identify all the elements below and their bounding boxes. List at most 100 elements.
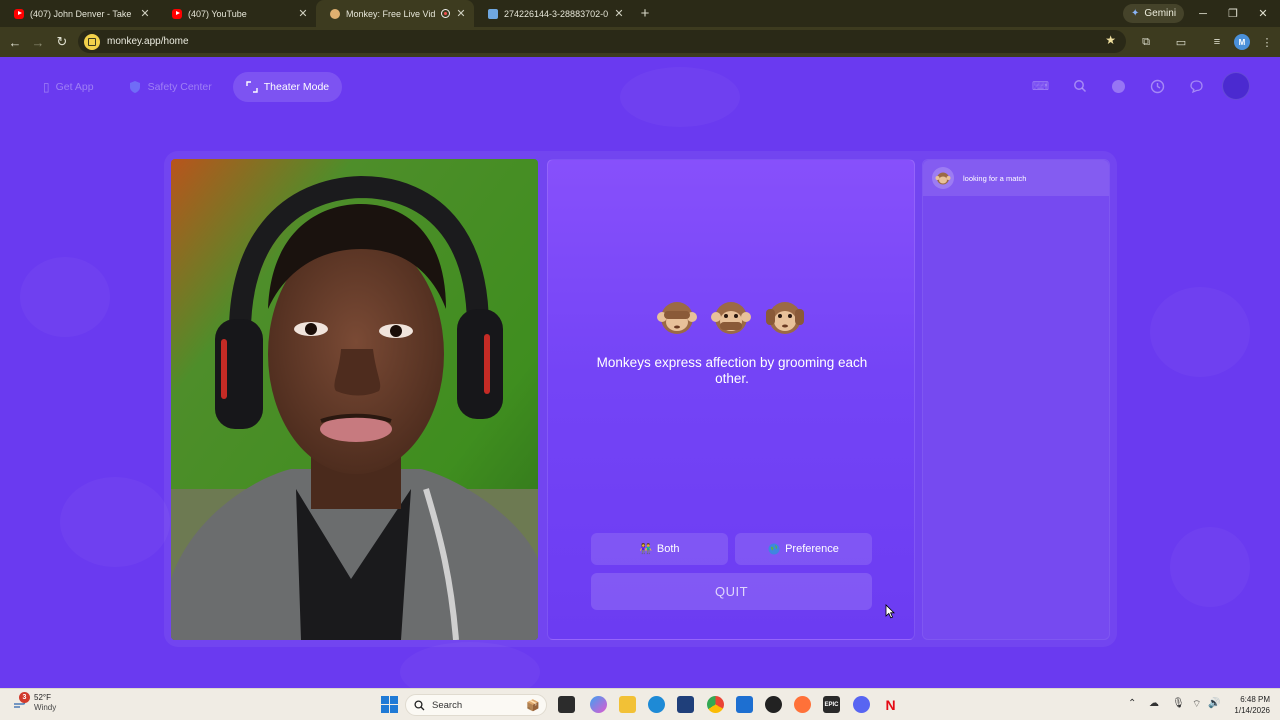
minimize-button[interactable]: ─ bbox=[1188, 0, 1218, 27]
microphone-icon[interactable]: 🎙 bbox=[1172, 698, 1185, 709]
tab-title: Monkey: Free Live Video Ch bbox=[346, 8, 435, 19]
webcam-feed-image bbox=[171, 159, 538, 640]
side-panel-icon[interactable]: ▭ bbox=[1173, 34, 1189, 50]
preference-label: Preference bbox=[785, 543, 839, 555]
windows-taskbar: 3 52°F Windy Search 📦 EPIC N ⌃ ☁ 🎙 ⌔ 🔊 6… bbox=[0, 688, 1280, 720]
task-view-icon[interactable] bbox=[558, 696, 575, 713]
copilot-icon[interactable] bbox=[590, 696, 607, 713]
address-bar[interactable]: monkey.app/home ★ bbox=[78, 30, 1126, 53]
monkey-fact-text: Monkeys express affection by grooming ea… bbox=[596, 355, 868, 386]
netflix-icon[interactable]: N bbox=[882, 696, 899, 713]
background-blob bbox=[1170, 527, 1250, 607]
tab-close-icon[interactable]: ✕ bbox=[456, 7, 466, 20]
profile-avatar[interactable] bbox=[1222, 72, 1250, 100]
recording-indicator-icon bbox=[441, 9, 450, 18]
mouse-cursor-icon bbox=[885, 604, 895, 619]
quit-button[interactable]: QUIT bbox=[591, 573, 872, 610]
chat-bubble-icon[interactable] bbox=[1183, 73, 1210, 100]
tab-title: (407) John Denver - Take Me H bbox=[30, 8, 134, 19]
shield-icon bbox=[129, 81, 140, 93]
search-icon[interactable] bbox=[1066, 73, 1093, 100]
browser-tab-strip: (407) John Denver - Take Me H ✕ (407) Yo… bbox=[0, 0, 1280, 27]
outlook-icon[interactable] bbox=[736, 696, 753, 713]
youtube-icon bbox=[14, 8, 24, 19]
tab-title: (407) YouTube bbox=[188, 8, 247, 19]
wifi-icon[interactable]: ⌔ bbox=[1192, 698, 1201, 711]
search-placeholder: Search bbox=[432, 699, 463, 711]
self-video-preview bbox=[171, 159, 538, 640]
get-app-label: Get App bbox=[55, 81, 94, 93]
firefox-icon[interactable] bbox=[794, 696, 811, 713]
discord-icon[interactable] bbox=[853, 696, 870, 713]
people-icon: 👫 bbox=[639, 543, 652, 555]
monkey-avatar-icon bbox=[932, 167, 954, 189]
epic-games-icon[interactable]: EPIC bbox=[823, 696, 840, 713]
expand-icon bbox=[246, 81, 258, 93]
weather-temperature: 52°F bbox=[34, 693, 51, 702]
safety-center-label: Safety Center bbox=[147, 81, 212, 93]
forward-button[interactable]: → bbox=[28, 32, 48, 52]
bookmark-star-icon[interactable]: ★ bbox=[1105, 33, 1116, 47]
phone-icon: ▯ bbox=[43, 80, 50, 94]
tab-close-icon[interactable]: ✕ bbox=[614, 7, 624, 20]
browser-toolbar: ← → ↻ monkey.app/home ★ ⧉ ▭ ≡ M ⋮ bbox=[0, 27, 1280, 57]
theater-mode-label: Theater Mode bbox=[263, 81, 330, 93]
browser-tab[interactable]: (407) John Denver - Take Me H ✕ bbox=[0, 0, 158, 27]
both-label: Both bbox=[656, 543, 680, 555]
background-blob bbox=[400, 642, 540, 688]
taskbar-search-box[interactable]: Search 📦 bbox=[405, 694, 547, 716]
get-app-button[interactable]: ▯ Get App bbox=[30, 72, 107, 102]
search-icon bbox=[414, 699, 425, 710]
back-button[interactable]: ← bbox=[5, 32, 25, 52]
browser-tab[interactable]: (407) YouTube ✕ bbox=[158, 0, 316, 27]
theater-mode-button[interactable]: Theater Mode bbox=[232, 72, 343, 102]
safety-center-button[interactable]: Safety Center bbox=[115, 72, 225, 102]
keyboard-icon[interactable]: ⌨ bbox=[1027, 73, 1054, 100]
region-preference-button[interactable]: Preference bbox=[735, 533, 872, 565]
reading-list-icon[interactable]: ≡ bbox=[1209, 34, 1225, 50]
monkey-page: ▯ Get App Safety Center Theater Mode ⌨ M… bbox=[0, 57, 1280, 688]
background-blob bbox=[60, 477, 170, 567]
gemini-button[interactable]: ✦ Gemini bbox=[1123, 4, 1185, 23]
menu-kebab-icon[interactable]: ⋮ bbox=[1259, 34, 1275, 50]
new-tab-button[interactable]: + bbox=[632, 0, 658, 27]
chat-panel: looking for a match bbox=[922, 159, 1110, 640]
globe-icon[interactable] bbox=[1105, 73, 1132, 100]
profile-avatar-icon[interactable]: M bbox=[1234, 34, 1250, 50]
search-highlight-icon: 📦 bbox=[526, 699, 540, 712]
top-navigation: ▯ Get App Safety Center Theater Mode bbox=[30, 72, 343, 102]
weather-description: Windy bbox=[34, 703, 57, 712]
tab-close-icon[interactable]: ✕ bbox=[140, 7, 150, 20]
file-explorer-icon[interactable] bbox=[619, 696, 636, 713]
weather-wind-icon: 3 bbox=[12, 692, 30, 711]
gemini-label: Gemini bbox=[1144, 8, 1177, 19]
match-status-text: looking for a match bbox=[963, 173, 1027, 183]
store-icon[interactable] bbox=[677, 696, 694, 713]
see-no-evil-monkey-icon bbox=[657, 302, 697, 334]
monkey-emoji-row bbox=[548, 297, 914, 337]
notification-badge: 3 bbox=[19, 692, 30, 703]
url-text: monkey.app/home bbox=[107, 36, 189, 47]
edge-browser-icon[interactable] bbox=[648, 696, 665, 713]
show-hidden-icons-chevron-icon[interactable]: ⌃ bbox=[1128, 698, 1136, 709]
weather-widget[interactable]: 3 52°F Windy bbox=[12, 692, 57, 713]
onedrive-icon[interactable]: ☁ bbox=[1149, 698, 1159, 709]
system-clock[interactable]: 6:48 PM 1/14/2026 bbox=[1225, 694, 1270, 716]
site-info-icon[interactable] bbox=[84, 33, 100, 50]
close-window-button[interactable]: ✕ bbox=[1248, 0, 1278, 27]
chrome-icon[interactable] bbox=[707, 696, 724, 713]
browser-tab-active[interactable]: Monkey: Free Live Video Ch ✕ bbox=[316, 0, 474, 27]
volume-icon[interactable]: 🔊 bbox=[1208, 698, 1220, 709]
tab-close-icon[interactable]: ✕ bbox=[298, 7, 308, 20]
reload-button[interactable]: ↻ bbox=[52, 32, 72, 52]
app-with-notification-icon[interactable] bbox=[765, 696, 782, 713]
windows-start-button[interactable] bbox=[381, 696, 398, 713]
chat-header: looking for a match bbox=[923, 160, 1109, 196]
background-blob bbox=[20, 257, 110, 337]
youtube-icon bbox=[172, 8, 182, 19]
extensions-icon[interactable]: ⧉ bbox=[1138, 34, 1154, 50]
maximize-button[interactable]: ❐ bbox=[1218, 0, 1248, 27]
browser-tab[interactable]: 274226144-3-28883702-0.web ✕ bbox=[474, 0, 632, 27]
gender-both-button[interactable]: 👫 Both bbox=[591, 533, 728, 565]
history-icon[interactable] bbox=[1144, 73, 1171, 100]
